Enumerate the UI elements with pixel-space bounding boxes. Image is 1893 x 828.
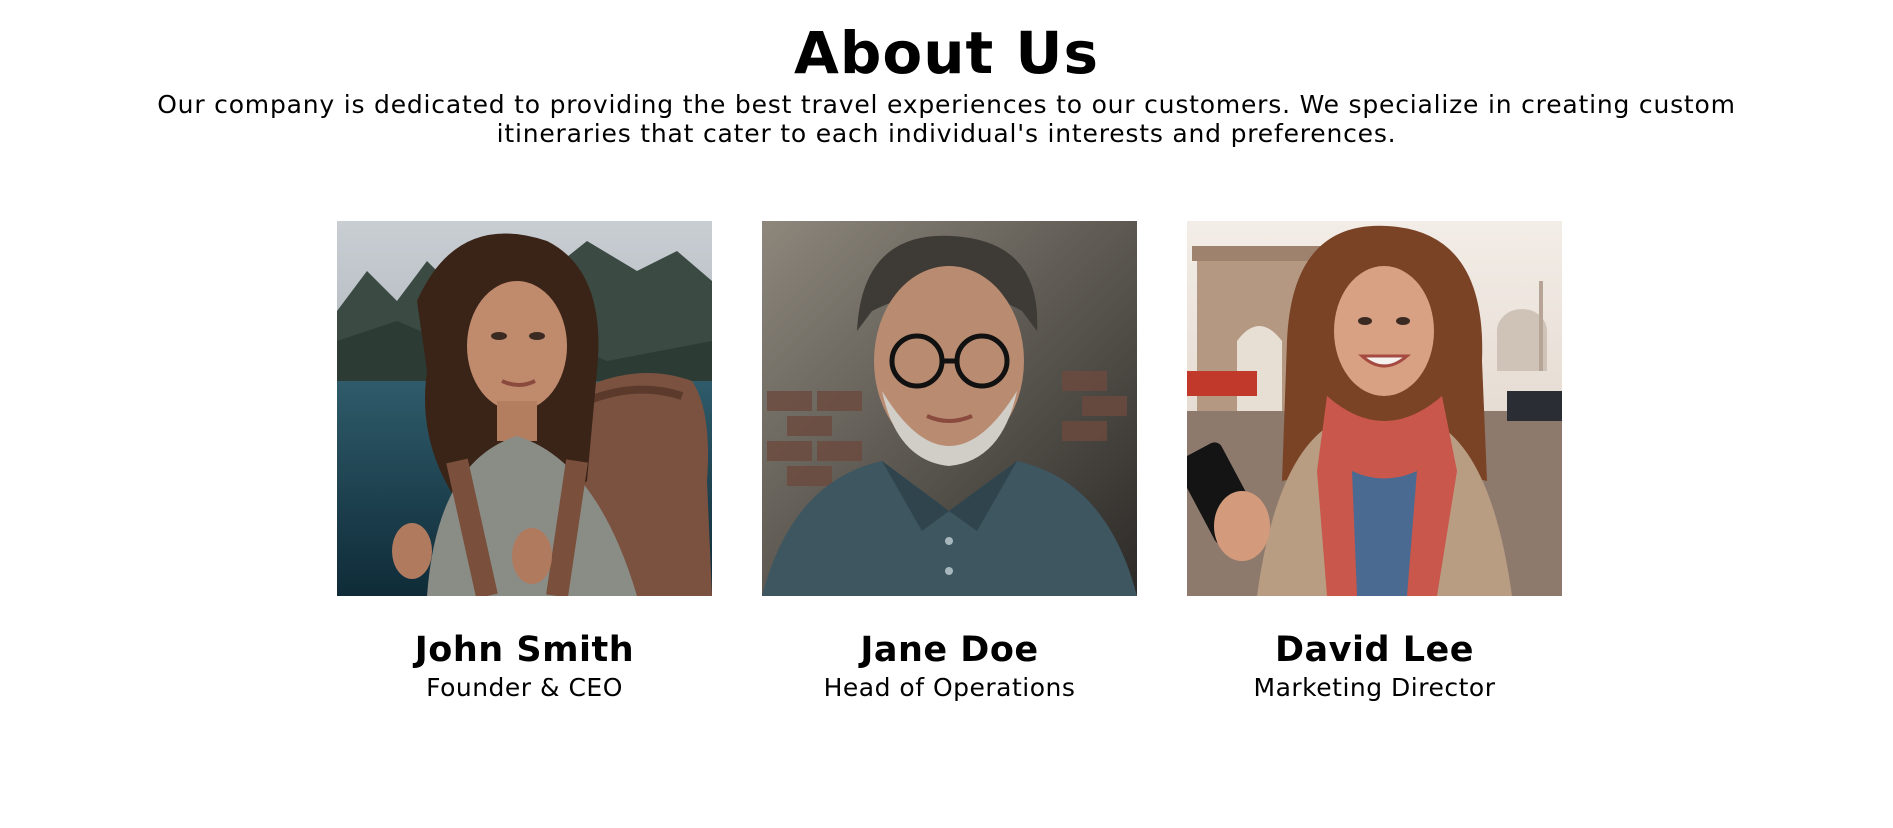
team-member-card: John Smith Founder & CEO bbox=[337, 221, 712, 721]
member-photo bbox=[762, 221, 1137, 596]
member-photo bbox=[337, 221, 712, 596]
member-role: Head of Operations bbox=[823, 673, 1076, 702]
member-photo bbox=[1187, 221, 1562, 596]
page-title: About Us bbox=[793, 19, 1100, 87]
team-member-card: David Lee Marketing Director bbox=[1187, 221, 1562, 721]
member-name: Jane Doe bbox=[860, 630, 1039, 670]
member-role: Founder & CEO bbox=[426, 673, 623, 702]
member-name: David Lee bbox=[1275, 630, 1474, 670]
member-role: Marketing Director bbox=[1253, 673, 1496, 702]
about-section: About Us Our company is dedicated to pro… bbox=[0, 0, 1893, 828]
member-name: John Smith bbox=[414, 630, 635, 670]
team-member-card: Jane Doe Head of Operations bbox=[762, 221, 1137, 721]
intro-text: Our company is dedicated to providing th… bbox=[157, 90, 1736, 148]
team-grid: John Smith Founder & CEO Jane Doe Head o… bbox=[0, 221, 1893, 721]
